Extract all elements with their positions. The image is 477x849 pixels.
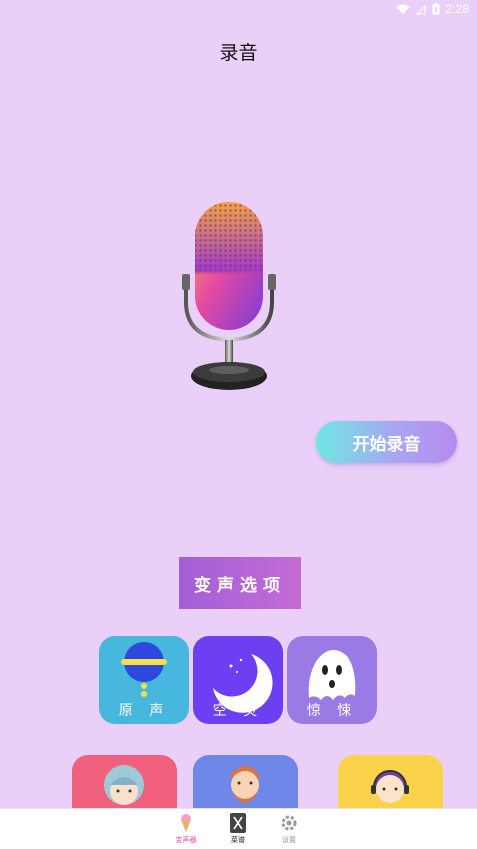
- status-bar: 2:28: [0, 0, 477, 20]
- bottom-tab-bar: 变声器 菜谱 设置: [0, 808, 477, 849]
- effect-horror[interactable]: 惊 悚: [287, 636, 377, 724]
- tab-recipes-label: 菜谱: [231, 836, 245, 844]
- effect-ethereal-label: 空 灵: [212, 703, 264, 719]
- effect-original[interactable]: 原 声: [99, 636, 189, 724]
- tab-recipes[interactable]: 菜谱: [218, 811, 258, 847]
- effect-girl[interactable]: [72, 755, 177, 815]
- ice-cream-icon: [181, 814, 191, 832]
- effect-original-label: 原 声: [118, 703, 170, 719]
- tab-voice-changer[interactable]: 变声器: [166, 811, 206, 847]
- effect-headset[interactable]: [338, 755, 443, 815]
- headset-girl-icon: [371, 770, 409, 803]
- tab-settings-label: 设置: [282, 836, 296, 844]
- status-time: 2:28: [445, 2, 469, 16]
- effect-uncle[interactable]: [193, 755, 298, 815]
- wifi-icon: [396, 4, 410, 14]
- effect-horror-label: 惊 悚: [306, 703, 358, 719]
- microphone-icon: [182, 202, 276, 390]
- gear-icon: [281, 815, 297, 831]
- tab-settings[interactable]: 设置: [269, 811, 309, 847]
- utensils-icon: [230, 813, 246, 833]
- effect-ethereal[interactable]: 空 灵: [193, 636, 283, 724]
- start-recording-button[interactable]: 开始录音: [316, 421, 457, 463]
- battery-icon: [432, 3, 440, 15]
- girl-avatar-icon: [104, 765, 144, 805]
- voice-options-button[interactable]: 变声选项: [179, 557, 301, 609]
- status-icons: 2:28: [396, 2, 469, 16]
- bearded-man-icon: [229, 766, 261, 803]
- tab-voice-changer-label: 变声器: [175, 836, 197, 844]
- page-title: 录音: [219, 42, 258, 64]
- signal-icon: [415, 4, 426, 14]
